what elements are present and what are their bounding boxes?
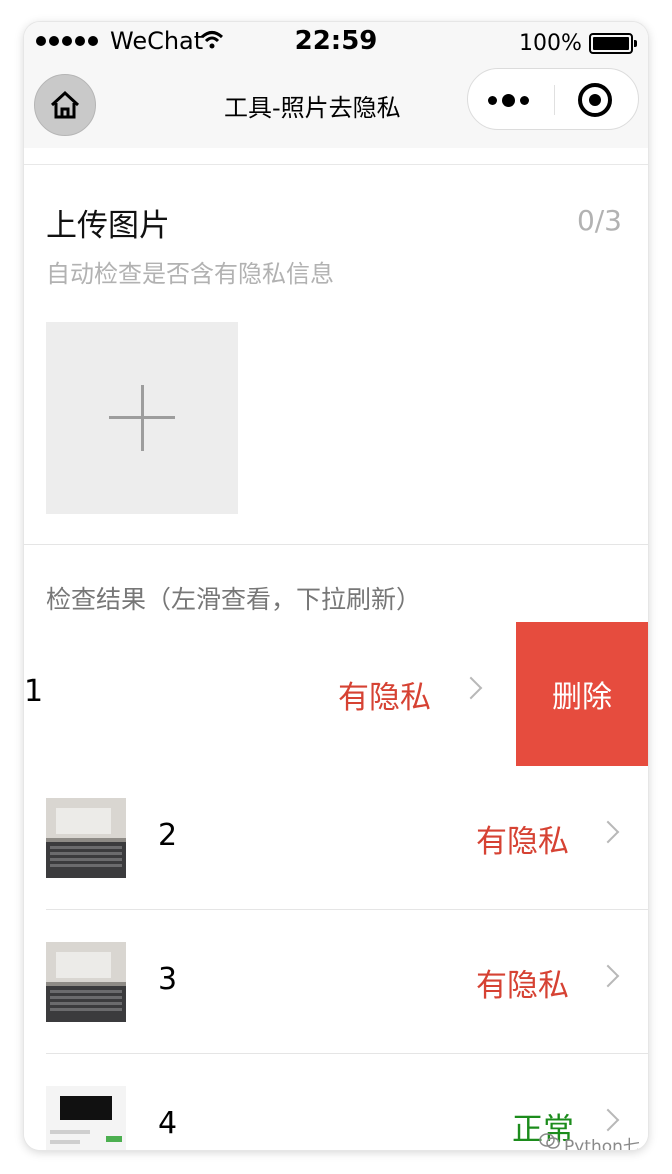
status-label: 有隐私 [476, 968, 569, 1004]
photo-thumbnail [46, 798, 126, 878]
battery-icon [589, 33, 637, 54]
battery-percent: 100% [519, 31, 582, 56]
watermark-text: Python七号 [564, 1137, 640, 1150]
target-circle-icon[interactable] [578, 83, 612, 117]
status-bar: WeChat 22:59 100% [24, 22, 648, 66]
section-divider [24, 544, 648, 545]
row-index: 4 [158, 1106, 178, 1141]
wechat-logo-icon [539, 1133, 560, 1149]
row-index: 3 [158, 962, 178, 997]
add-image-button[interactable] [46, 322, 238, 514]
upload-title: 上传图片 [46, 208, 170, 244]
upload-count: 0/3 [576, 204, 622, 237]
home-button[interactable] [34, 74, 96, 136]
nav-divider [24, 164, 648, 165]
row-index: 1 [24, 674, 44, 709]
upload-subtitle: 自动检查是否含有隐私信息 [46, 260, 334, 288]
mini-program-capsule [467, 68, 639, 130]
chevron-right-icon [596, 964, 620, 988]
results-title: 检查结果（左滑查看，下拉刷新） [46, 585, 422, 614]
photo-thumbnail [46, 942, 126, 1022]
chevron-right-icon [459, 676, 483, 700]
more-dots-icon[interactable] [488, 94, 529, 107]
photo-thumbnail [46, 1086, 126, 1150]
list-item[interactable]: 2 有隐私 [24, 766, 648, 910]
capsule-divider [554, 85, 555, 115]
nav-bar: 工具-照片去隐私 [24, 66, 648, 148]
row-index: 2 [158, 818, 178, 853]
chevron-right-icon [596, 1108, 620, 1132]
page-title: 工具-照片去隐私 [224, 94, 401, 122]
home-icon [50, 90, 80, 119]
status-label: 有隐私 [476, 824, 569, 860]
phone-screen: WeChat 22:59 100% 工具-照片去隐私 上传图片 0/3 自动检查… [24, 22, 648, 1150]
status-label: 有隐私 [338, 680, 431, 716]
delete-button[interactable]: 删除 [516, 622, 648, 766]
list-item[interactable]: 3 有隐私 [24, 910, 648, 1054]
chevron-right-icon [596, 820, 620, 844]
